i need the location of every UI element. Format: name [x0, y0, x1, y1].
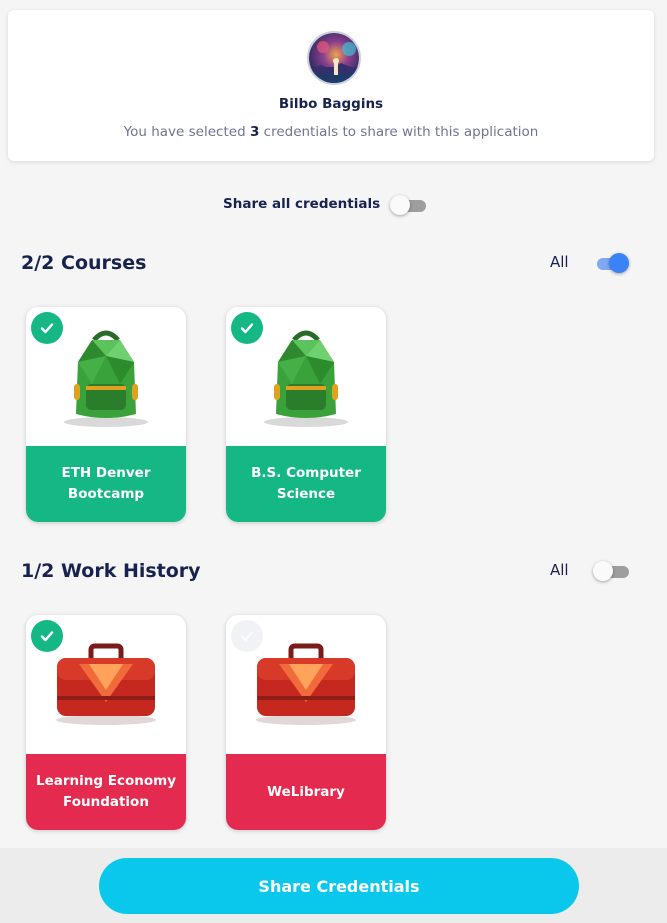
avatar — [307, 31, 361, 85]
share-all-label: Share all credentials — [223, 196, 381, 212]
avatar-image — [309, 33, 359, 83]
toggle-knob — [390, 195, 410, 215]
unselected-check-icon[interactable] — [231, 620, 263, 652]
credential-card-bs-computer-science[interactable]: B.S. Computer Science — [226, 307, 386, 522]
credential-label: Learning Economy Foundation — [26, 754, 186, 830]
user-name: Bilbo Baggins — [278, 96, 384, 112]
selected-count: 3 — [249, 124, 260, 140]
credential-label: B.S. Computer Science — [226, 446, 386, 522]
profile-header-card: Bilbo Baggins You have selected 3 creden… — [8, 10, 654, 161]
work-history-all-label: All — [550, 561, 569, 579]
selected-suffix: credentials to share with this applicati… — [263, 124, 539, 140]
share-all-toggle[interactable] — [390, 194, 426, 216]
selected-check-icon[interactable] — [231, 312, 263, 344]
work-history-all-toggle[interactable] — [593, 560, 629, 582]
section-title-work-history: 1/2 Work History — [21, 560, 201, 582]
selected-check-icon[interactable] — [31, 620, 63, 652]
courses-all-toggle[interactable] — [593, 252, 629, 274]
bottom-action-bar: Share Credentials — [0, 848, 667, 923]
selected-check-icon[interactable] — [31, 312, 63, 344]
courses-all-label: All — [550, 253, 569, 271]
section-title-courses: 2/2 Courses — [21, 252, 147, 274]
credential-label: ETH Denver Bootcamp — [26, 446, 186, 522]
credential-card-eth-denver[interactable]: ETH Denver Bootcamp — [26, 307, 186, 522]
share-credentials-button[interactable]: Share Credentials — [99, 858, 579, 914]
credential-card-learning-economy[interactable]: Learning Economy Foundation — [26, 615, 186, 830]
selected-count-text: You have selected 3 credentials to share… — [8, 124, 654, 140]
share-all-row: Share all credentials — [0, 194, 667, 216]
credential-label: WeLibrary — [226, 754, 386, 830]
toggle-knob — [609, 253, 629, 273]
credential-card-welibrary[interactable]: WeLibrary — [226, 615, 386, 830]
toggle-knob — [593, 561, 613, 581]
selected-prefix: You have selected — [123, 124, 246, 140]
